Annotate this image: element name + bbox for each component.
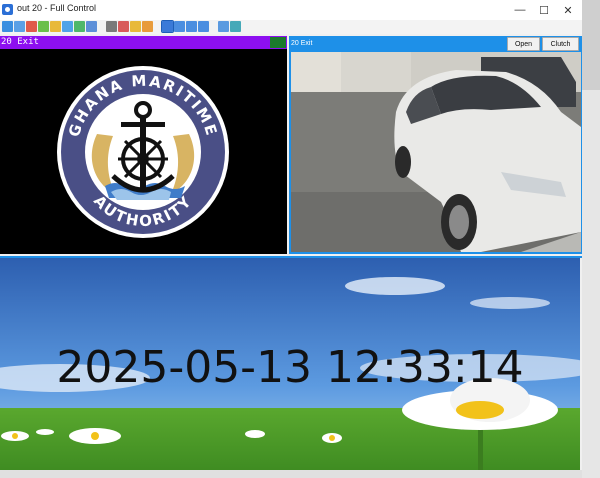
settings-icon[interactable] xyxy=(230,21,241,32)
maximize-button[interactable]: ☐ xyxy=(532,0,556,20)
phone-icon[interactable] xyxy=(62,21,73,32)
title-bar[interactable]: out 20 - Full Control — ☐ ✕ xyxy=(0,0,582,20)
panel-title: 20 Exit xyxy=(1,37,39,47)
panel-title: 20 Exit xyxy=(291,40,313,47)
video-panel-bottom[interactable]: 2025-05-13 12:33:14 xyxy=(0,256,582,470)
monitor-icon[interactable] xyxy=(2,21,13,32)
lock-icon[interactable] xyxy=(106,21,117,32)
app-icon xyxy=(2,4,13,15)
layout-9-icon[interactable] xyxy=(186,21,197,32)
video-panel-right[interactable]: 20 Exit Open Clutch xyxy=(289,36,582,254)
fullscreen-icon[interactable] xyxy=(198,21,209,32)
window-title: out 20 - Full Control xyxy=(17,3,97,13)
ptz-icon[interactable] xyxy=(74,21,85,32)
chat-icon[interactable] xyxy=(86,21,97,32)
camera-feed xyxy=(291,52,581,252)
panel-header: 20 Exit xyxy=(0,36,287,49)
minimize-button[interactable]: — xyxy=(508,0,532,20)
datetime-overlay: 2025-05-13 12:33:14 xyxy=(56,342,524,393)
folder2-icon[interactable] xyxy=(130,21,141,32)
viewer-window: out 20 - Full Control — ☐ ✕ 20 Exit GHAN… xyxy=(0,0,582,478)
background-window-edge xyxy=(582,0,600,90)
signal-icon[interactable] xyxy=(270,37,286,48)
folder-icon[interactable] xyxy=(50,21,61,32)
video-panel-left[interactable]: 20 Exit GHANA MARITIME AUTHORITY xyxy=(0,36,287,254)
copy-icon[interactable] xyxy=(218,21,229,32)
toolbar xyxy=(0,20,582,34)
layout-1-icon[interactable] xyxy=(161,20,174,33)
panel-header: 20 Exit Open Clutch xyxy=(289,36,582,52)
open-button[interactable]: Open xyxy=(507,37,540,51)
clutch-button[interactable]: Clutch xyxy=(542,37,579,51)
layout-4-icon[interactable] xyxy=(174,21,185,32)
record-icon[interactable] xyxy=(26,21,37,32)
save-icon[interactable] xyxy=(142,21,153,32)
alarm-icon[interactable] xyxy=(118,21,129,32)
camera-icon[interactable] xyxy=(14,21,25,32)
ghana-maritime-logo: GHANA MARITIME AUTHORITY xyxy=(57,66,229,238)
tag-icon[interactable] xyxy=(38,21,49,32)
status-bar xyxy=(0,470,582,478)
close-button[interactable]: ✕ xyxy=(556,0,580,20)
